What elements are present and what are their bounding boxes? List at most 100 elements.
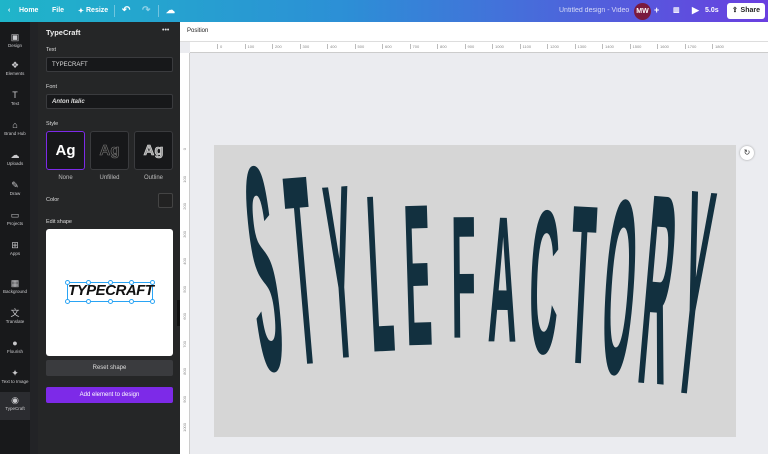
style-none-label: None: [58, 175, 73, 181]
warped-letter: T: [563, 157, 600, 413]
text-label: Text: [46, 47, 57, 53]
ruler-tick-label: 400: [182, 258, 187, 265]
rail-item-projects[interactable]: ▭ Projects: [0, 210, 30, 226]
rail-label: Background: [2, 289, 28, 294]
duration-label[interactable]: 5.0s: [705, 7, 719, 14]
uploads-icon: ☁: [10, 150, 20, 160]
warped-letter: E: [401, 162, 434, 389]
divider: [114, 5, 115, 17]
rail-label: Apps: [9, 251, 21, 256]
ruler-tick-label: 500: [354, 44, 364, 49]
rail-item-brand-hub[interactable]: ⌂ Brand Hub: [0, 120, 30, 136]
share-label: Share: [740, 7, 760, 14]
ruler-tick-label: 1300: [574, 44, 586, 49]
cloud-sync-icon[interactable]: ☁: [166, 5, 175, 16]
file-menu[interactable]: File: [52, 7, 64, 14]
avatar[interactable]: MW: [634, 3, 651, 20]
warped-text-element[interactable]: STY L E F A C TORY: [214, 105, 736, 454]
warped-letter: A: [487, 178, 518, 380]
ruler-tick-label: 300: [299, 44, 309, 49]
rail-item-draw[interactable]: ✎ Draw: [0, 180, 30, 196]
style-unfilled-label: Unfilled: [99, 175, 120, 181]
refresh-icon[interactable]: ↻: [740, 146, 754, 160]
rail-item-background[interactable]: ▦ Background: [0, 278, 30, 294]
rail-label: Translate: [5, 319, 25, 324]
ruler-tick-label: 200: [182, 203, 187, 210]
brand-hub-icon: ⌂: [12, 120, 18, 130]
ruler-tick-label: 900: [464, 44, 474, 49]
apps-icon: ⊞: [11, 240, 19, 250]
rail-item-flourish[interactable]: ● Flourish: [0, 338, 30, 354]
text-to-image-icon: ✦: [11, 368, 19, 378]
rail-item-design[interactable]: ▣ Design: [0, 32, 30, 48]
rail-item-uploads[interactable]: ☁ Uploads: [0, 150, 30, 166]
style-none-option[interactable]: Ag: [46, 131, 85, 170]
resize-button[interactable]: Resize: [86, 7, 108, 14]
context-toolbar: Position: [180, 22, 768, 42]
warped-letter: F: [451, 179, 477, 375]
reset-shape-button[interactable]: Reset shape: [46, 360, 173, 376]
ruler-tick-label: 700: [182, 340, 187, 348]
ruler-tick-label: 1700: [684, 44, 696, 49]
more-options-button[interactable]: •••: [162, 27, 169, 34]
back-chevron-icon[interactable]: ‹: [8, 7, 10, 14]
rail-label: Draw: [9, 191, 21, 196]
ruler-tick-label: 1500: [629, 44, 641, 49]
analytics-icon[interactable]: ▥: [673, 6, 680, 14]
style-label: Style: [46, 121, 59, 127]
add-element-button[interactable]: Add element to design: [46, 387, 173, 403]
shape-control-point[interactable]: [107, 280, 113, 285]
text-input[interactable]: TYPECRAFT: [46, 57, 173, 72]
ruler-tick-label: 200: [272, 44, 282, 49]
ruler-tick-label: 0: [217, 44, 222, 49]
shape-control-point[interactable]: [150, 280, 156, 285]
rail-label: Projects: [6, 221, 24, 226]
style-outline-option[interactable]: Ag: [134, 131, 173, 170]
rail-label: Text to Image: [1, 379, 29, 384]
side-rail: ▣ Design ❖ Elements T Text ⌂ Brand Hub ☁ Uploads ✎…: [0, 22, 30, 454]
rail-item-text[interactable]: T Text: [0, 90, 30, 106]
rail-label: Flourish: [6, 349, 23, 354]
design-title[interactable]: Untitled design - Video: [559, 7, 629, 14]
vertical-ruler: 0 100 200 300 400 500 600 700 800 900 1000: [180, 53, 190, 454]
rail-item-apps[interactable]: ⊞ Apps: [0, 240, 30, 256]
redo-icon[interactable]: ↷: [142, 5, 150, 16]
ruler-tick-label: 1200: [547, 44, 559, 49]
shape-control-point[interactable]: [86, 299, 92, 304]
shape-control-point[interactable]: [128, 280, 134, 285]
translate-icon: 文: [10, 308, 20, 318]
font-selector[interactable]: Anton Italic: [46, 94, 173, 109]
edit-shape-label: Edit shape: [46, 219, 72, 225]
ruler-tick-label: 300: [182, 230, 187, 238]
rail-label: Uploads: [6, 161, 24, 166]
rail-item-text-to-image[interactable]: ✦ Text to Image: [0, 368, 30, 384]
undo-icon[interactable]: ↶: [122, 5, 130, 16]
projects-icon: ▭: [10, 210, 20, 220]
shape-editor-preview[interactable]: TYPECRAFT: [46, 229, 173, 356]
shape-control-point[interactable]: [107, 299, 113, 304]
ruler-tick-label: 600: [382, 44, 392, 49]
rail-label: Elements: [5, 71, 25, 76]
style-unfilled-option[interactable]: Ag: [90, 131, 129, 170]
rail-item-elements[interactable]: ❖ Elements: [0, 60, 30, 76]
color-label: Color: [46, 197, 60, 203]
rail-item-typecraft[interactable]: ◉ TypeCraft: [0, 392, 30, 420]
position-button[interactable]: Position: [187, 28, 208, 34]
shape-control-point[interactable]: [65, 280, 70, 285]
color-swatch[interactable]: [158, 193, 173, 208]
design-page[interactable]: STYLEFACTORY: [214, 105, 736, 454]
home-button[interactable]: Home: [19, 7, 38, 14]
share-button[interactable]: ⇪ Share: [727, 3, 765, 19]
ruler-tick-label: 1100: [519, 44, 531, 49]
elements-icon: ❖: [10, 60, 20, 70]
shape-control-point[interactable]: [150, 299, 156, 304]
ruler-tick-label: 1000: [492, 44, 504, 49]
upload-icon: ⇪: [732, 7, 738, 14]
play-icon[interactable]: ▶: [692, 5, 699, 16]
shape-control-point[interactable]: [65, 299, 70, 304]
rail-label: Design: [7, 43, 22, 48]
rail-item-translate[interactable]: 文 Translate: [0, 308, 30, 324]
shape-control-point[interactable]: [128, 299, 134, 304]
add-collaborator-button[interactable]: +: [654, 5, 659, 15]
resize-sparkle-icon: ✦: [78, 8, 84, 15]
